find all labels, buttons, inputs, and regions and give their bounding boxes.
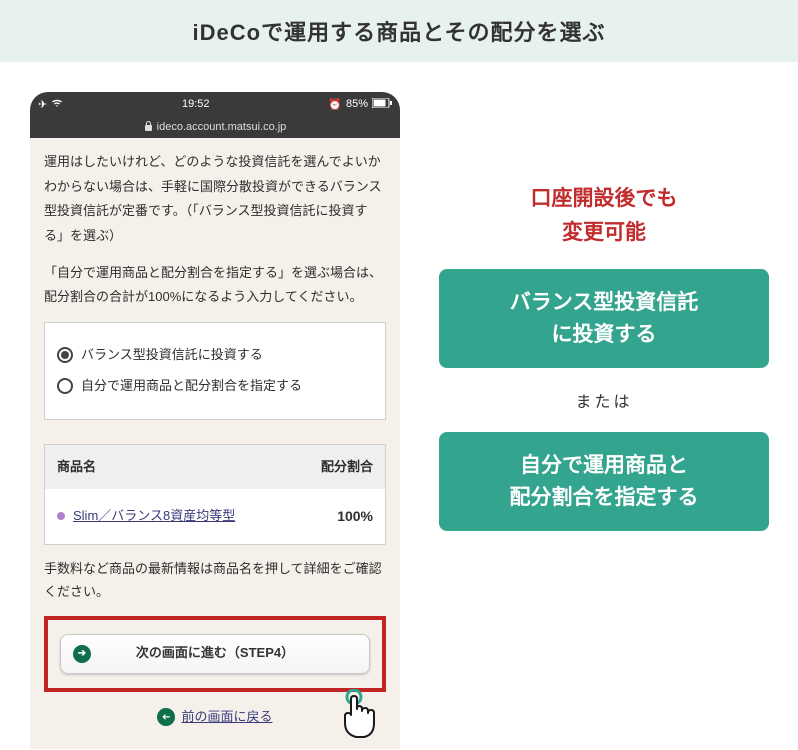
radio-label: バランス型投資信託に投資する [81, 343, 263, 368]
phone-screenshot: ✈ 19:52 ⏰ 85% ideco.account.matsui.co.jp… [30, 92, 400, 749]
fee-note: 手数料など商品の最新情報は商品名を押して詳細をご確認ください。 [44, 557, 386, 604]
alarm-icon: ⏰ [328, 98, 342, 111]
allocation-table: 商品名 配分割合 Slim／バランス8資産均等型 100% [44, 444, 386, 545]
explainer-column: 口座開設後でも 変更可能 バランス型投資信託 に投資する または 自分で運用商品… [430, 92, 778, 749]
next-button-label: 次の画面に進む（STEP4） [136, 641, 294, 666]
intro-paragraph-1: 運用はしたいけれど、どのような投資信託を選んでよいかわからない場合は、手軽に国際… [44, 150, 386, 249]
series-dot-icon [57, 512, 65, 520]
status-time: 19:52 [182, 98, 210, 110]
radio-option-balanced[interactable]: バランス型投資信託に投資する [57, 343, 373, 368]
lock-icon [144, 121, 153, 134]
col-product: 商品名 [57, 455, 303, 480]
or-separator: または [575, 388, 632, 412]
ratio-cell: 100% [303, 503, 373, 530]
airplane-icon: ✈ [38, 98, 47, 111]
radio-option-custom[interactable]: 自分で運用商品と配分割合を指定する [57, 374, 373, 399]
battery-text: 85% [346, 98, 368, 110]
radio-icon [57, 378, 73, 394]
radio-label: 自分で運用商品と配分割合を指定する [81, 374, 302, 399]
status-bar: ✈ 19:52 ⏰ 85% [30, 92, 400, 116]
change-anytime-notice: 口座開設後でも 変更可能 [531, 182, 678, 249]
arrow-left-icon: ➔ [157, 708, 175, 726]
back-link-text[interactable]: 前の画面に戻る [181, 705, 272, 730]
pointer-hand-icon [334, 689, 380, 745]
page-banner: iDeCoで運用する商品とその配分を選ぶ [0, 0, 798, 62]
investment-option-group: バランス型投資信託に投資する 自分で運用商品と配分割合を指定する [44, 322, 386, 419]
address-bar: ideco.account.matsui.co.jp [30, 116, 400, 138]
col-ratio: 配分割合 [303, 455, 373, 480]
intro-paragraph-2: 「自分で運用商品と配分割合を指定する」を選ぶ場合は、配分割合の合計が100%にな… [44, 261, 386, 310]
next-step-button[interactable]: ➔ 次の画面に進む（STEP4） [60, 634, 370, 674]
highlight-frame: ➔ 次の画面に進む（STEP4） [44, 616, 386, 692]
choice-balanced-button[interactable]: バランス型投資信託 に投資する [439, 269, 769, 368]
url-text: ideco.account.matsui.co.jp [157, 121, 287, 133]
banner-title: iDeCoで運用する商品とその配分を選ぶ [193, 15, 606, 47]
arrow-right-icon: ➔ [73, 645, 91, 663]
back-link[interactable]: ➔ 前の画面に戻る [157, 705, 272, 730]
product-link[interactable]: Slim／バランス8資産均等型 [73, 504, 303, 529]
choice-custom-button[interactable]: 自分で運用商品と 配分割合を指定する [439, 432, 769, 531]
table-row: Slim／バランス8資産均等型 100% [45, 489, 385, 544]
battery-icon [372, 98, 392, 111]
radio-icon [57, 347, 73, 363]
wifi-icon [51, 98, 63, 111]
